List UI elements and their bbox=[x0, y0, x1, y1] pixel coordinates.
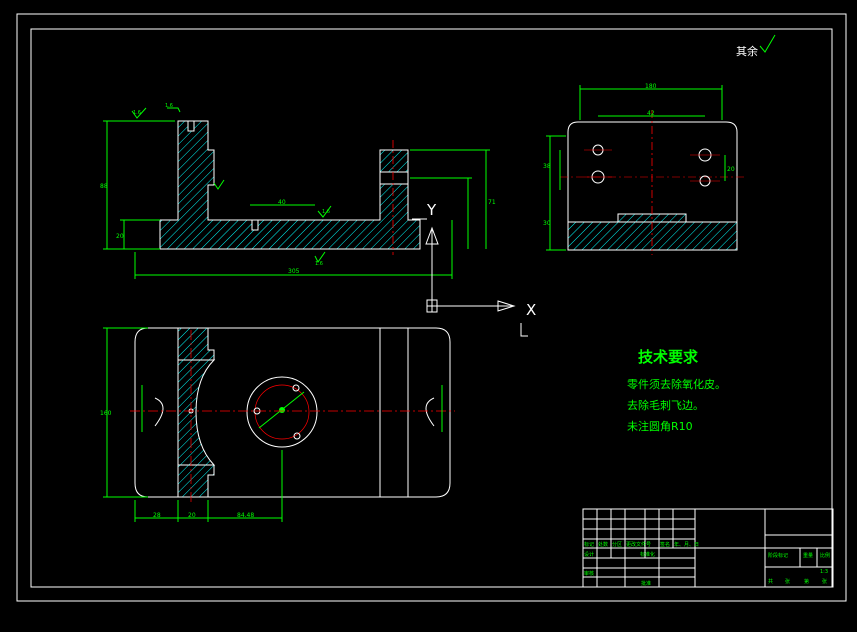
svg-text:设计: 设计 bbox=[584, 551, 594, 558]
ucs-x-label: X bbox=[526, 301, 536, 319]
front-view: 88 20 305 71 40 1.6 1.6 1.6 1.6 bbox=[100, 103, 496, 279]
tech-requirements: 技术要求 零件须去除氧化皮。 去除毛刺飞边。 未注圆角R10 bbox=[627, 348, 726, 433]
svg-text:20: 20 bbox=[727, 166, 735, 173]
surface-note: 其余 bbox=[736, 34, 776, 58]
dim-top-overall-height: 160 bbox=[100, 410, 112, 417]
svg-text:标记: 标记 bbox=[584, 541, 594, 548]
svg-text:20: 20 bbox=[188, 512, 196, 519]
title-block: 标记 处数 分区 更改文件号 签名 年、月、日 设计 标准化 审核 批准 阶段标… bbox=[582, 508, 834, 588]
svg-text:阶段标记: 阶段标记 bbox=[768, 552, 788, 559]
svg-text:签名: 签名 bbox=[660, 541, 670, 548]
top-hatch-middle bbox=[177, 359, 216, 466]
svg-text:更改文件号: 更改文件号 bbox=[626, 541, 651, 548]
tech-req-line-1: 零件须去除氧化皮。 bbox=[627, 377, 726, 391]
top-hatch-lower bbox=[177, 464, 215, 498]
dim-height-right: 71 bbox=[488, 199, 496, 206]
front-section-body bbox=[159, 120, 421, 250]
svg-text:1.6: 1.6 bbox=[315, 261, 323, 267]
front-right-slot bbox=[379, 171, 409, 185]
dim-height-left: 88 bbox=[100, 183, 108, 190]
svg-text:标准化: 标准化 bbox=[640, 551, 655, 558]
scale-value: 1:3 bbox=[820, 569, 828, 575]
svg-text:重量: 重量 bbox=[803, 552, 813, 559]
side-view: 180 42 38 30 20 bbox=[543, 83, 745, 255]
side-section-base bbox=[567, 213, 738, 251]
svg-text:分区: 分区 bbox=[612, 541, 622, 548]
svg-text:年、月、日: 年、月、日 bbox=[674, 541, 699, 548]
svg-text:处数: 处数 bbox=[598, 541, 608, 548]
svg-text:84.48: 84.48 bbox=[237, 512, 254, 519]
dim-small-height: 20 bbox=[116, 233, 124, 240]
dim-middle-width: 40 bbox=[278, 199, 286, 206]
tech-req-title: 技术要求 bbox=[638, 348, 699, 366]
ucs-icon: Y X bbox=[425, 201, 536, 337]
tech-req-line-3: 未注圆角R10 bbox=[627, 419, 693, 433]
svg-text:42: 42 bbox=[647, 110, 655, 117]
svg-text:张: 张 bbox=[785, 578, 790, 585]
svg-text:28: 28 bbox=[153, 512, 161, 519]
dim-side-top-width: 180 bbox=[645, 83, 657, 90]
svg-text:共: 共 bbox=[768, 578, 773, 585]
svg-text:比例: 比例 bbox=[820, 552, 830, 559]
svg-text:批准: 批准 bbox=[641, 580, 651, 587]
svg-text:第: 第 bbox=[804, 578, 809, 585]
svg-text:1.6: 1.6 bbox=[322, 209, 330, 215]
svg-text:30: 30 bbox=[543, 220, 551, 227]
top-right-slot bbox=[425, 397, 435, 427]
top-view: 160 28 20 84.48 bbox=[100, 327, 455, 522]
front-middle-hole bbox=[251, 219, 259, 231]
top-hatch-upper bbox=[177, 327, 215, 361]
svg-text:1.6: 1.6 bbox=[133, 110, 141, 116]
svg-text:38: 38 bbox=[543, 163, 551, 170]
front-top-hole bbox=[187, 120, 195, 132]
svg-text:张: 张 bbox=[822, 578, 827, 585]
dim-overall-length: 305 bbox=[288, 268, 300, 275]
svg-text:1.6: 1.6 bbox=[165, 103, 173, 109]
surface-roughness-icon bbox=[759, 34, 776, 53]
tech-req-line-2: 去除毛刺飞边。 bbox=[627, 398, 704, 412]
top-left-slot bbox=[154, 397, 164, 427]
ucs-y-label: Y bbox=[426, 201, 437, 219]
surface-note-label: 其余 bbox=[736, 44, 758, 58]
svg-text:审核: 审核 bbox=[584, 570, 594, 577]
cad-drawing: 其余 88 20 305 71 40 1.6 1.6 1.6 1.6 180 4… bbox=[16, 13, 847, 602]
